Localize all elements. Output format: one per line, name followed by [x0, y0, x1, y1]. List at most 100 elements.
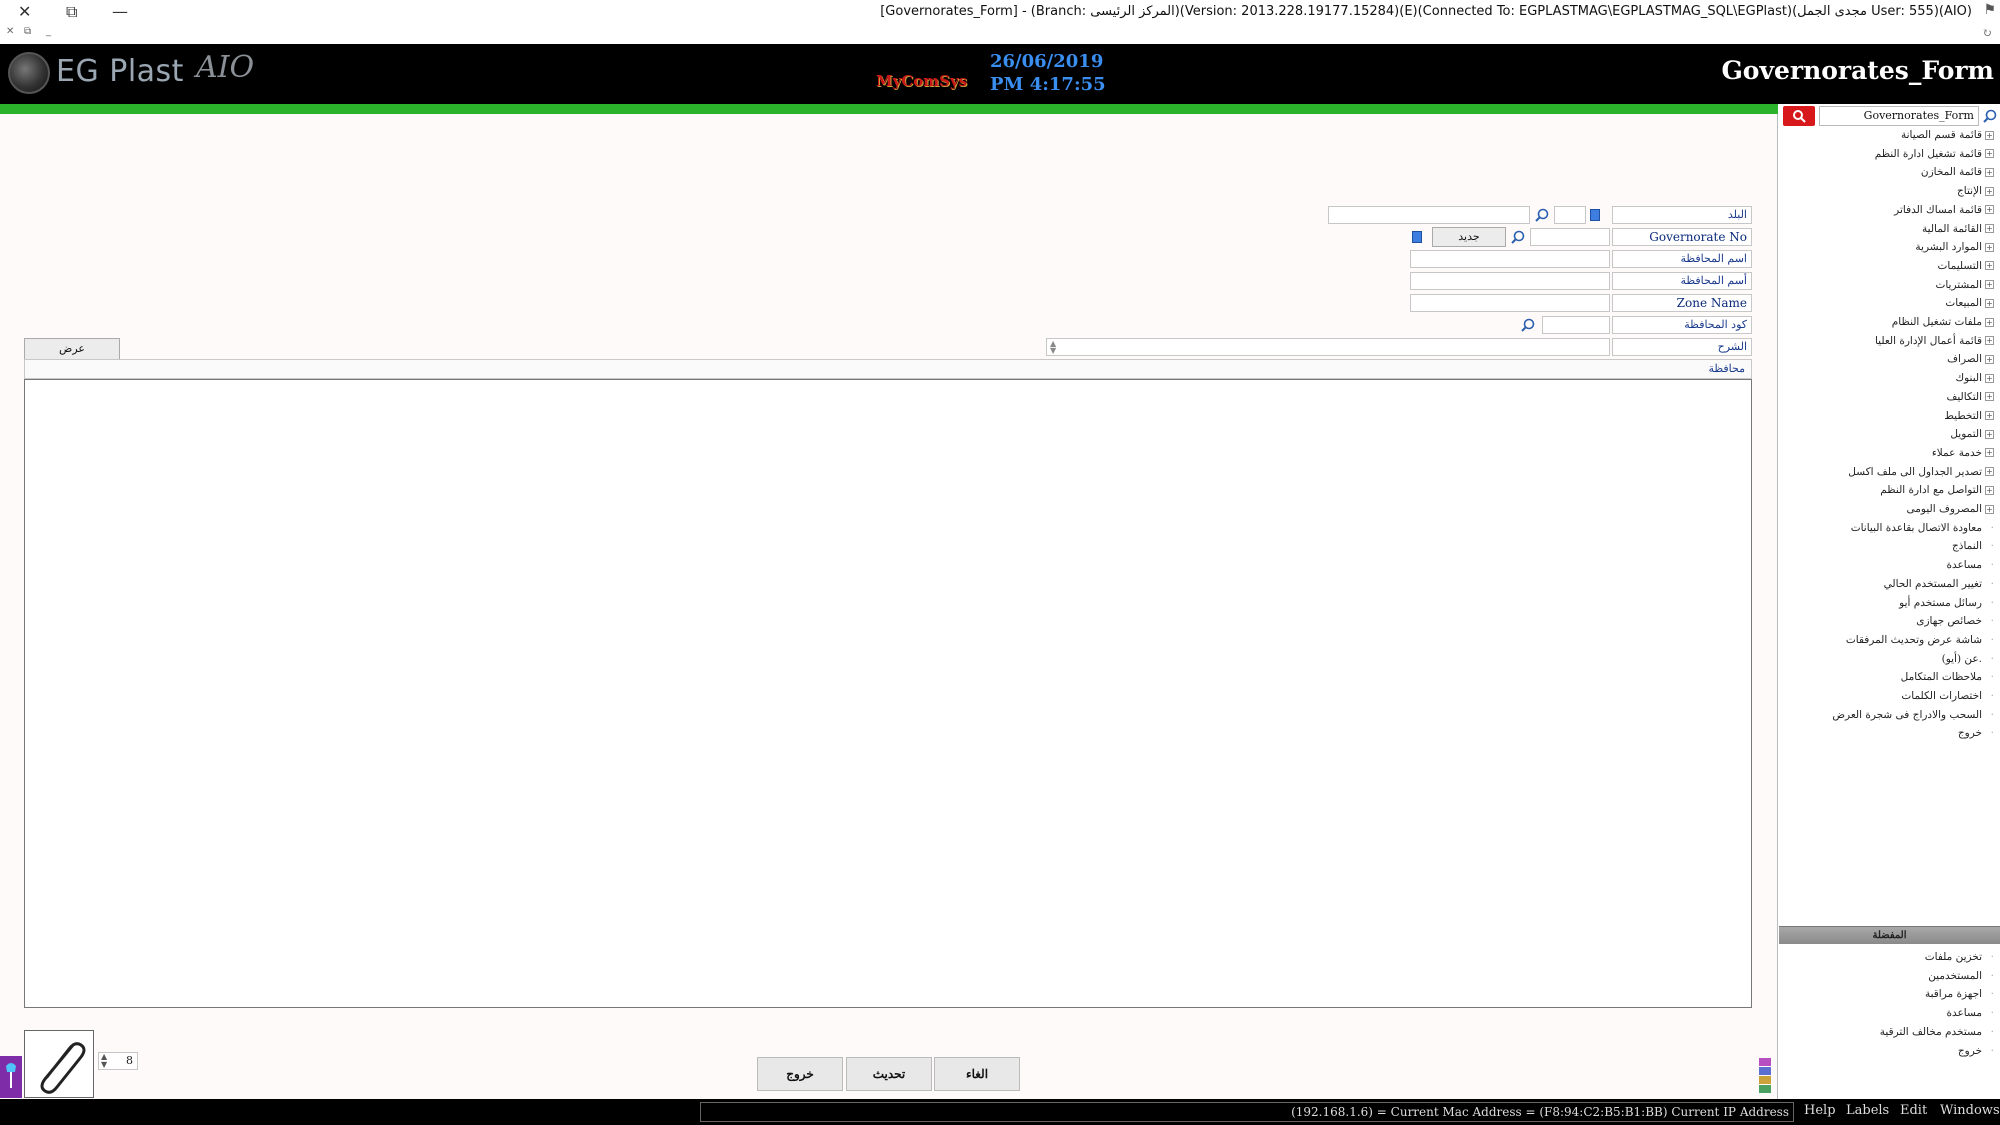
side-tab[interactable] [0, 1056, 22, 1098]
menu-tree-item[interactable]: معاودة الاتصال بقاعدة البيانات · [1851, 520, 1994, 537]
menu-tree-item[interactable]: التخطيط + [1944, 408, 1994, 425]
menu-tree-item[interactable]: المبيعات + [1945, 295, 1994, 312]
menu-edit[interactable]: Edit [1900, 1103, 1927, 1118]
expand-icon[interactable]: + [1985, 504, 1994, 514]
menu-tree-item[interactable]: ملاحظات المتكامل · [1901, 669, 1994, 686]
mdi-close-button[interactable]: ✕ [6, 26, 14, 37]
menu-tree-item[interactable]: خصائص جهازى · [1916, 613, 1994, 630]
expand-icon[interactable]: + [1985, 205, 1994, 215]
menu-tree-item[interactable]: اختصارات الكلمات · [1901, 688, 1994, 705]
view-button[interactable]: عرض [24, 338, 120, 360]
governorate-name2-input[interactable] [1410, 272, 1610, 290]
favorites-item[interactable]: تخزين ملفات · [1925, 949, 1994, 966]
menu-tree-item[interactable]: قائمة تشغيل ادارة النظم + [1875, 146, 1994, 163]
expand-icon[interactable]: + [1985, 167, 1994, 177]
description-input[interactable]: ▲ ▼ [1046, 338, 1610, 356]
menu-tree-item[interactable]: السحب والادراج فى شجرة العرض · [1832, 707, 1994, 724]
exit-button[interactable]: خروج [757, 1057, 843, 1091]
menu-tree-item[interactable]: ملفات تشغيل النظام + [1892, 314, 1994, 331]
menu-help[interactable]: Help [1804, 1103, 1836, 1118]
menu-tree-item[interactable]: التسليمات + [1938, 258, 1994, 275]
country-search-icon[interactable] [1534, 207, 1550, 223]
expand-icon[interactable]: + [1985, 354, 1994, 364]
page-spinner[interactable]: ▲ ▼ 8 [98, 1052, 138, 1070]
menu-tree-item[interactable]: النماذج · [1952, 538, 1994, 555]
menu-windows[interactable]: Windows [1940, 1103, 2000, 1118]
grid-column-governorate[interactable]: محافظة [1708, 362, 1745, 375]
country-name-input[interactable] [1328, 206, 1530, 224]
book-stack-icon[interactable] [1757, 1056, 1773, 1098]
update-button[interactable]: تحديث [846, 1057, 932, 1091]
spinner-arrows-icon[interactable]: ▲ ▼ [101, 1053, 107, 1069]
menu-tree-item[interactable]: المصروف اليومى + [1907, 501, 1994, 518]
menu-tree-item[interactable]: تغيير المستخدم الحالي · [1884, 576, 1994, 593]
zone-name-input[interactable] [1410, 294, 1610, 312]
minimize-window-button[interactable]: — [112, 2, 128, 21]
menu-tree-item[interactable]: تصدير الجداول الى ملف اكسل + [1848, 464, 1994, 481]
menu-labels[interactable]: Labels [1846, 1103, 1889, 1118]
menu-tree-item[interactable]: المشتريات + [1935, 277, 1994, 294]
expand-icon[interactable]: + [1985, 298, 1994, 308]
favorites-item[interactable]: مساعدة · [1947, 1005, 1994, 1022]
expand-icon[interactable]: + [1985, 317, 1994, 327]
governorate-code-input[interactable] [1542, 316, 1610, 334]
expand-icon[interactable]: + [1985, 186, 1994, 196]
expand-icon[interactable]: + [1985, 261, 1994, 271]
cancel-button[interactable]: الغاء [934, 1057, 1020, 1091]
menu-tree-item[interactable]: خروج · [1958, 725, 1994, 742]
country-code-input[interactable] [1554, 206, 1586, 224]
menu-tree-item[interactable]: شاشة عرض وتحديث المرفقات · [1846, 632, 1994, 649]
menu-tree-item[interactable]: قائمة أعمال الإدارة العليا + [1875, 333, 1994, 350]
expand-icon[interactable]: + [1985, 224, 1994, 233]
mdi-restore-button[interactable]: ⧉ [24, 26, 31, 37]
expand-icon[interactable]: + [1985, 336, 1994, 346]
favorites-item[interactable]: مستخدم مخالف الترقية · [1880, 1024, 1994, 1041]
favorites-item[interactable]: اجهزة مراقبة · [1925, 986, 1994, 1003]
expand-icon[interactable]: + [1985, 429, 1994, 439]
attachment-button[interactable] [24, 1030, 94, 1098]
menu-search-input[interactable]: Governorates_Form [1819, 106, 1979, 126]
mdi-minimize-button[interactable]: _ [46, 26, 51, 37]
menu-tree-item[interactable]: الإنتاج + [1957, 183, 1994, 200]
favorites-item[interactable]: المستخدمين · [1928, 968, 1994, 985]
menu-tree-item[interactable]: التواصل مع ادارة النظم + [1880, 482, 1994, 499]
new-button[interactable]: جديد [1432, 227, 1506, 247]
menu-tree-item[interactable]: عن (أيو). · [1942, 651, 1994, 668]
tree-line-icon: · [1990, 988, 1994, 1001]
scroll-arrows-icon[interactable]: ▲ ▼ [1050, 340, 1056, 355]
menu-tree-item[interactable]: رسائل مستخدم أيو · [1899, 595, 1994, 612]
governorate-no-input[interactable] [1530, 228, 1610, 246]
favorites-item[interactable]: خروج · [1958, 1043, 1994, 1060]
magnifier-icon[interactable] [1982, 108, 1998, 124]
expand-icon[interactable]: + [1985, 485, 1994, 495]
menu-tree-item[interactable]: قائمة قسم الصيانة + [1901, 127, 1994, 144]
governorate-code-search-icon[interactable] [1520, 317, 1536, 333]
menu-tree-item[interactable]: الصراف + [1947, 351, 1994, 368]
menu-tree-item[interactable]: التمويل + [1950, 426, 1994, 443]
expand-icon[interactable]: + [1985, 149, 1994, 159]
expand-icon[interactable]: + [1985, 280, 1994, 290]
refresh-icon[interactable]: ↻ [1982, 26, 1992, 40]
restore-window-button[interactable]: ⧉ [66, 2, 77, 22]
menu-tree-item[interactable]: خدمة عملاء + [1932, 445, 1994, 462]
expand-icon[interactable]: + [1985, 392, 1994, 402]
menu-tree-item[interactable]: الموارد البشرية + [1915, 239, 1994, 256]
search-button[interactable] [1783, 106, 1815, 126]
menu-tree-item[interactable]: القائمة المالية + [1922, 221, 1994, 238]
expand-icon[interactable]: + [1985, 411, 1994, 420]
expand-icon[interactable]: + [1985, 373, 1994, 383]
governorate-search-icon[interactable] [1510, 229, 1526, 245]
menu-tree-item[interactable]: البنوك + [1955, 370, 1994, 387]
expand-icon[interactable]: + [1985, 242, 1994, 252]
data-grid[interactable] [24, 379, 1752, 1008]
expand-icon[interactable]: + [1985, 467, 1994, 477]
menu-tree-item[interactable]: قائمة امساك الدفاتر + [1894, 202, 1994, 219]
menu-tree-item[interactable]: قائمة المخازن + [1921, 164, 1994, 181]
expand-icon[interactable]: + [1985, 448, 1994, 458]
menu-tree-item[interactable]: التكاليف + [1946, 389, 1994, 406]
close-window-button[interactable]: ✕ [18, 2, 31, 21]
governorate-name-input[interactable] [1410, 250, 1610, 268]
logo-suffix: AIO [196, 50, 255, 85]
expand-icon[interactable]: + [1985, 130, 1994, 140]
menu-tree-item[interactable]: مساعدة · [1947, 557, 1994, 574]
